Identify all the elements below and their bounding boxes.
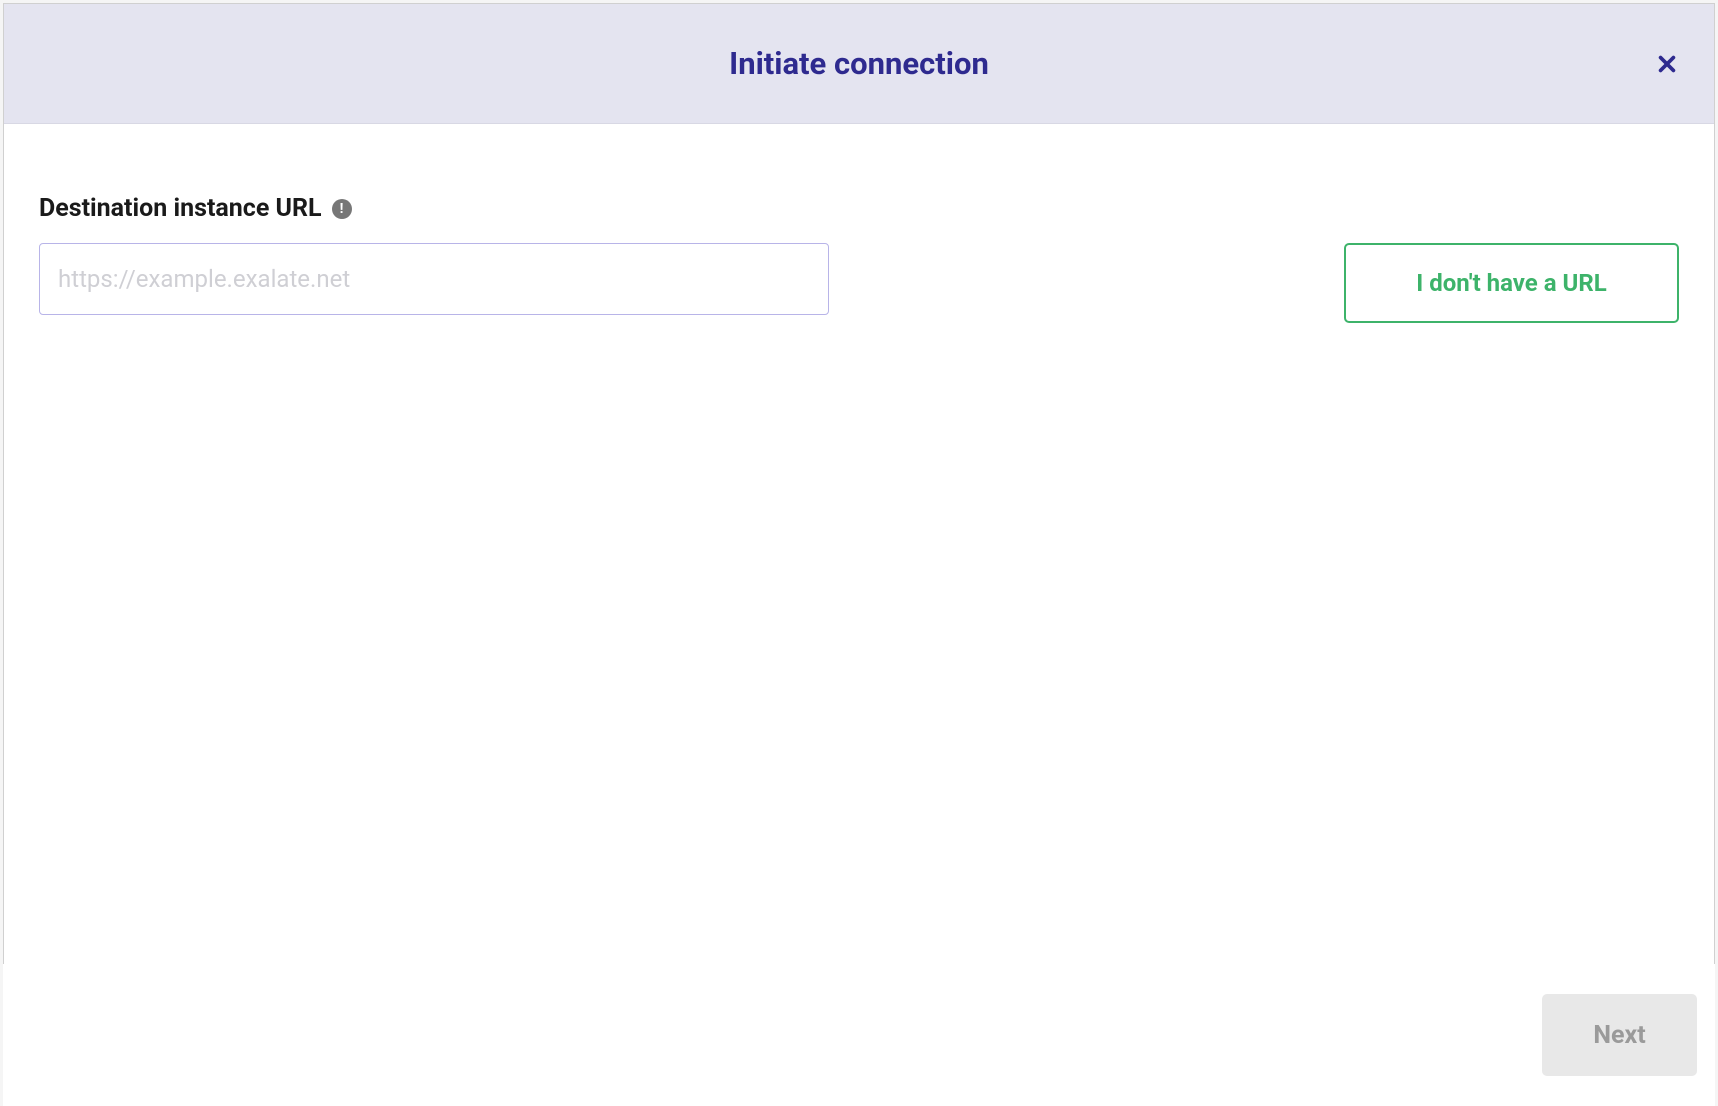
modal-body: Destination instance URL ! I don't have … xyxy=(4,124,1714,982)
next-button[interactable]: Next xyxy=(1542,994,1697,1076)
close-icon[interactable] xyxy=(1655,52,1679,76)
info-icon[interactable]: ! xyxy=(332,199,352,219)
modal-title: Initiate connection xyxy=(729,45,989,82)
modal-footer: Next xyxy=(3,964,1715,1106)
destination-url-input[interactable] xyxy=(39,243,829,315)
modal-header: Initiate connection xyxy=(4,4,1714,124)
url-field-label: Destination instance URL xyxy=(39,194,322,223)
modal-container: Initiate connection Destination instance… xyxy=(3,3,1715,983)
no-url-button[interactable]: I don't have a URL xyxy=(1344,243,1679,323)
form-row: I don't have a URL xyxy=(39,243,1679,323)
field-label-row: Destination instance URL ! xyxy=(39,194,1679,223)
